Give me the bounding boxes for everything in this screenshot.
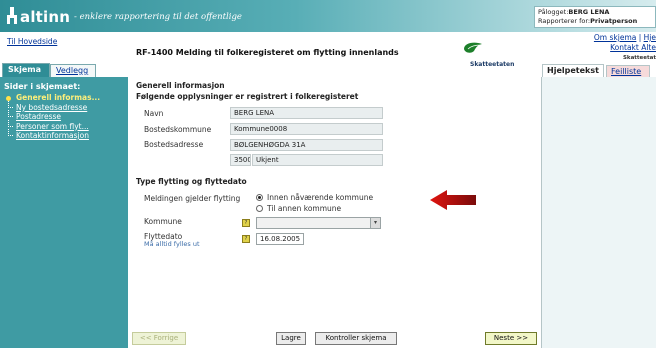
next-button[interactable]: Neste >>	[485, 332, 537, 345]
municipality-field: Kommune0008	[230, 123, 383, 135]
tree-connector-icon	[8, 129, 13, 136]
reporting-for-label: Rapporterer for:	[538, 17, 591, 25]
sidebar-item-label: Kontaktinformasjon	[16, 131, 89, 140]
kommune-label: Kommune	[144, 217, 182, 226]
tree-connector-icon	[8, 100, 13, 108]
moving-date-note: Må alltid fylles ut	[144, 240, 200, 248]
section-title-moving: Type flytting og flyttedato	[136, 177, 247, 186]
agency-name: Skatteetaten	[470, 61, 515, 68]
tab-hjelpetekst[interactable]: Hjelpetekst	[542, 64, 604, 77]
sidebar: Sider i skjemaet: Generell informas... N…	[0, 77, 128, 348]
kommune-select[interactable]: ▾	[256, 217, 381, 229]
sidebar-item-ny-bostedsadresse[interactable]: Ny bostedsadresse	[4, 100, 124, 113]
altinn-logo-text[interactable]: altinn	[20, 8, 70, 26]
red-arrow-icon	[430, 190, 476, 210]
help-link[interactable]: Hje	[644, 33, 656, 42]
radio-other-municipality-label: Til annen kommune	[267, 204, 342, 213]
logged-in-name: BERG LENA	[568, 8, 610, 16]
top-right-links: Om skjema | Hje Kontakt Alte Skatteetat	[566, 33, 656, 63]
postplace-field: Ukjent	[252, 154, 383, 166]
form-title: RF-1400 Melding til folkeregisteret om f…	[136, 48, 399, 57]
tab-vedlegg[interactable]: Vedlegg	[50, 64, 96, 78]
previous-button[interactable]: << Forrige	[132, 332, 186, 345]
help-panel	[541, 77, 656, 348]
login-info: Pålogget:BERG LENA Rapporterer for:Priva…	[534, 6, 656, 28]
name-field: BERG LENA	[230, 107, 383, 119]
sidebar-item-label: Generell informas...	[16, 93, 101, 102]
radio-within-municipality-label: Innen nåværende kommune	[267, 193, 374, 202]
name-label: Navn	[144, 109, 164, 118]
sidebar-item-label: Personer som flyt...	[16, 121, 89, 131]
skatteetaten-logo-icon	[464, 42, 482, 53]
sidebar-item-label: Postadresse	[16, 112, 62, 121]
sidebar-item-postadresse[interactable]: Postadresse	[4, 110, 124, 122]
home-link[interactable]: Til Hovedside	[7, 37, 57, 46]
contact-link[interactable]: Kontakt Alte	[610, 43, 656, 52]
address-label: Bostedsadresse	[144, 140, 204, 149]
radio-other-municipality[interactable]	[256, 205, 263, 212]
reporting-for-value: Privatperson	[590, 17, 638, 25]
postcode-field: 3500	[230, 154, 251, 166]
section-subtitle-general: Følgende opplysninger er registrert i fo…	[136, 92, 359, 101]
agency-small-name: Skatteetat	[622, 55, 656, 61]
moving-date-input[interactable]: 16.08.2005	[256, 233, 304, 245]
section-title-general: Generell informasjon	[136, 81, 225, 90]
sidebar-item-kontaktinformasjon[interactable]: Kontaktinformasjon	[4, 129, 124, 141]
sidebar-item-personer-som-flytter[interactable]: Personer som flyt...	[4, 119, 124, 132]
tree-connector-icon	[8, 119, 13, 127]
field-help-icon[interactable]: ?	[242, 235, 250, 243]
sidebar-title: Sider i skjemaet:	[4, 82, 81, 91]
top-banner: altinn - enklere rapportering til det of…	[0, 0, 656, 32]
chevron-down-icon[interactable]: ▾	[370, 218, 380, 228]
save-button[interactable]: Lagre	[276, 332, 306, 345]
field-help-icon[interactable]: ?	[242, 219, 250, 227]
municipality-label: Bostedskommune	[144, 125, 212, 134]
logged-in-label: Pålogget:	[538, 8, 569, 16]
about-form-link[interactable]: Om skjema	[594, 33, 636, 42]
check-form-button[interactable]: Kontroller skjema	[315, 332, 397, 345]
sidebar-list: Generell informas... Ny bostedsadresse P…	[4, 93, 124, 141]
altinn-logo-icon	[7, 7, 17, 24]
moving-type-label: Meldingen gjelder flytting	[144, 194, 241, 203]
sidebar-item-generell-informasjon[interactable]: Generell informas...	[4, 93, 124, 103]
tab-skjema[interactable]: Skjema	[2, 63, 50, 77]
tagline: - enklere rapportering til det offentlig…	[74, 12, 242, 22]
address-field: BØLGENHØGDA 31A	[230, 139, 383, 151]
radio-within-municipality[interactable]	[256, 194, 263, 201]
sidebar-item-label: Ny bostedsadresse	[16, 102, 88, 112]
tree-connector-icon	[8, 110, 13, 117]
